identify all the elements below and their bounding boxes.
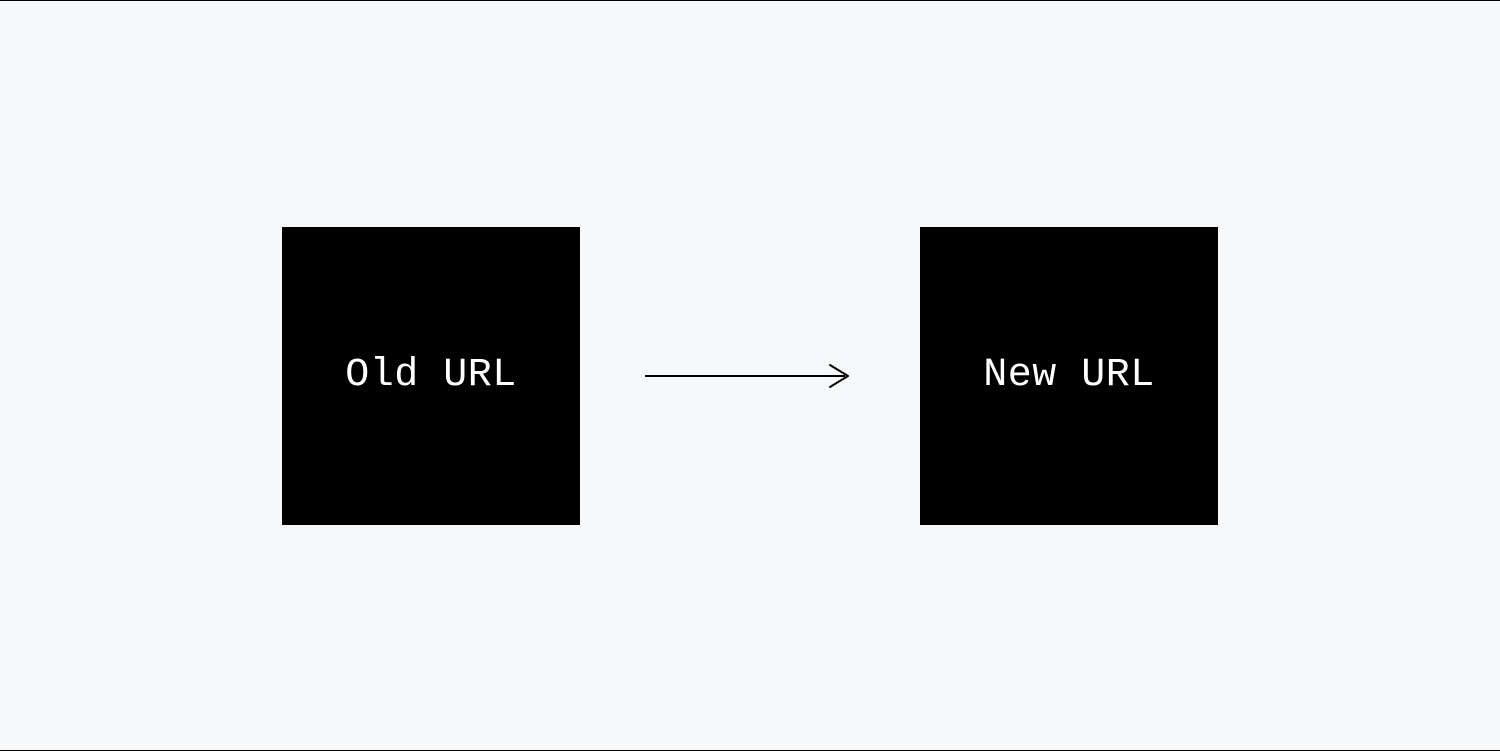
redirect-diagram: Old URL New URL [282, 227, 1218, 525]
old-url-box: Old URL [282, 227, 580, 525]
new-url-box: New URL [920, 227, 1218, 525]
old-url-label: Old URL [345, 353, 517, 398]
arrow-right-icon [640, 361, 860, 391]
new-url-label: New URL [983, 353, 1155, 398]
